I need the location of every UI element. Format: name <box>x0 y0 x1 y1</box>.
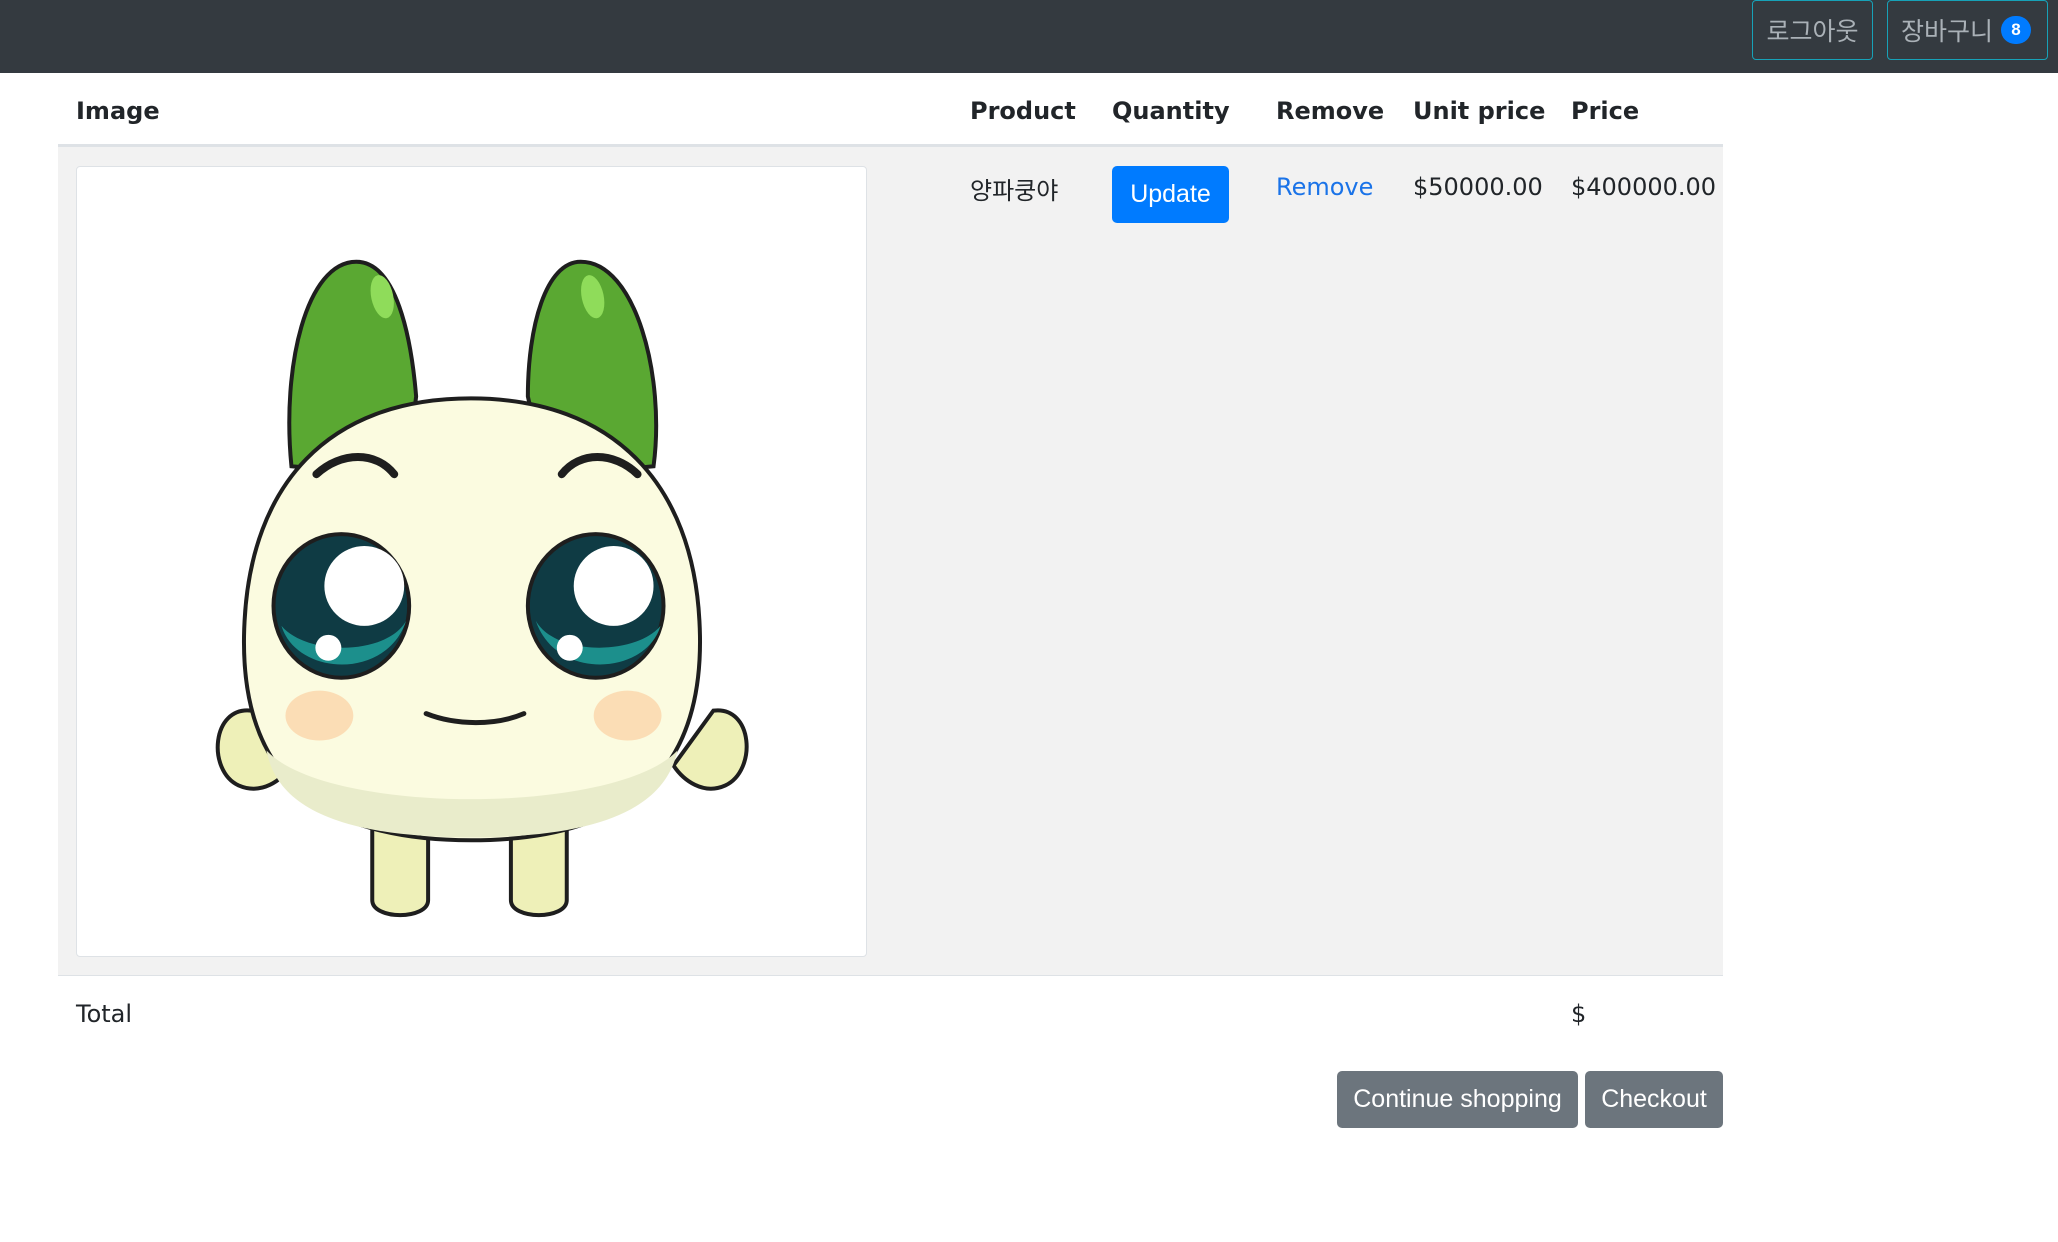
update-button[interactable]: Update <box>1112 166 1229 223</box>
total-value: $ <box>1571 1000 1587 1028</box>
line-price: $400000.00 <box>1571 173 1717 201</box>
total-label: Total <box>76 1000 133 1028</box>
cart-button-label: 장바구니 <box>1901 18 1994 46</box>
header-quantity: Quantity <box>1112 97 1230 125</box>
table-header: Image Product Quantity Remove Unit price… <box>58 73 1723 147</box>
logout-button[interactable]: 로그아웃 <box>1752 0 1873 60</box>
top-navbar: 로그아웃 장바구니 8 <box>0 0 2058 73</box>
header-product: Product <box>970 97 1076 125</box>
product-name: 양파쿵야 <box>970 177 1059 205</box>
cart-button[interactable]: 장바구니 8 <box>1887 0 2048 60</box>
total-row: Total $ <box>58 975 1723 1053</box>
header-price: Price <box>1571 97 1640 125</box>
cart-count-badge: 8 <box>2001 16 2032 44</box>
header-image: Image <box>76 97 160 125</box>
header-remove: Remove <box>1276 97 1385 125</box>
onion-character-illustration <box>215 259 749 918</box>
unit-price: $50000.00 <box>1413 173 1543 201</box>
header-unit-price: Unit price <box>1413 97 1546 125</box>
remove-link[interactable]: Remove <box>1276 173 1373 201</box>
checkout-button[interactable]: Checkout <box>1585 1071 1723 1128</box>
continue-shopping-button[interactable]: Continue shopping <box>1337 1071 1578 1128</box>
product-image <box>76 166 867 957</box>
